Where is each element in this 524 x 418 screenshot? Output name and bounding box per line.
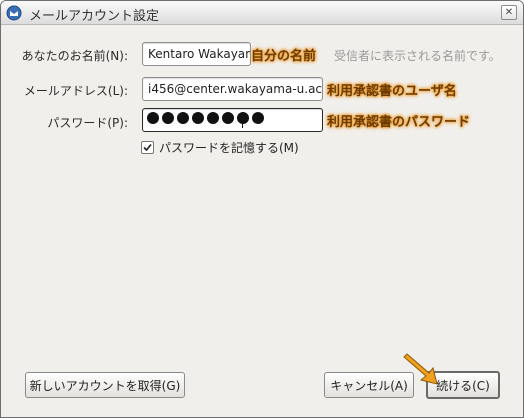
remember-password-checkbox[interactable]: パスワードを記憶する(M): [141, 139, 299, 156]
email-label: メールアドレス(L):: [23, 84, 128, 98]
title-bar: メールアカウント設定 ✕: [1, 1, 523, 25]
password-dot: [207, 112, 219, 124]
pointer-arrow-icon: [403, 353, 438, 385]
password-dot: [252, 112, 264, 124]
account-setup-dialog: メールアカウント設定 ✕ あなたのお名前(N): Kentaro Wakayam…: [0, 0, 524, 418]
email-annotation: 利用承認書のユーザ名: [327, 84, 457, 99]
password-dot: [222, 112, 234, 124]
email-field[interactable]: i456@center.wakayama-u.ac.jp: [142, 77, 323, 101]
name-label: あなたのお名前(N):: [21, 49, 128, 63]
thunderbird-icon: [6, 5, 22, 21]
remember-password-label: パスワードを記憶する(M): [159, 141, 299, 155]
close-icon[interactable]: ✕: [501, 5, 517, 20]
password-annotation: 利用承認書のパスワード: [327, 115, 471, 130]
name-hint: 受信者に表示される名前です。: [334, 49, 501, 63]
password-dot: [237, 112, 249, 124]
new-account-button[interactable]: 新しいアカウントを取得(G): [25, 372, 185, 398]
password-label: パスワード(P):: [47, 116, 128, 130]
cancel-button[interactable]: キャンセル(A): [324, 372, 414, 398]
text-caret: [242, 112, 243, 128]
check-icon: [143, 143, 152, 152]
checkbox-box[interactable]: [141, 141, 154, 154]
password-field[interactable]: [142, 108, 323, 132]
password-dot: [192, 112, 204, 124]
name-field[interactable]: Kentaro Wakayama: [142, 42, 251, 66]
password-dot: [162, 112, 174, 124]
name-annotation: 自分の名前: [251, 49, 317, 64]
password-dot: [147, 112, 159, 124]
password-dot: [177, 112, 189, 124]
window-title: メールアカウント設定: [29, 9, 160, 24]
